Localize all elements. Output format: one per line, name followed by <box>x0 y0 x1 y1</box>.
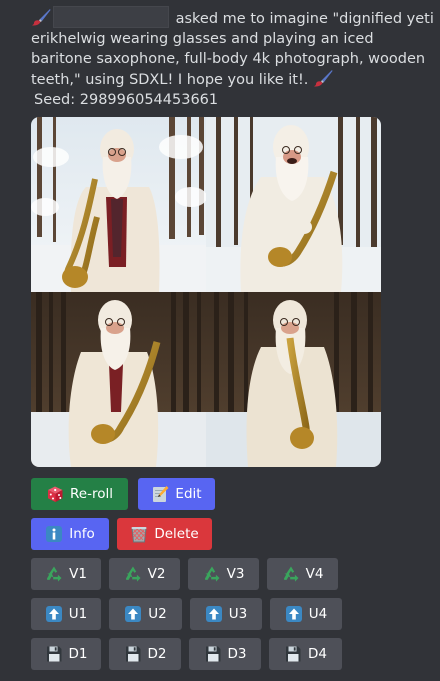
edit-button[interactable]: Edit <box>138 478 215 510</box>
upscale-label: U2 <box>148 606 167 622</box>
floppy-disk-icon <box>204 645 222 663</box>
variation-button-1[interactable]: V1 <box>31 558 101 590</box>
recycle-icon <box>45 565 63 583</box>
floppy-disk-icon <box>124 645 142 663</box>
recycle-icon <box>203 565 221 583</box>
wastebasket-icon <box>130 525 148 543</box>
download-label: D2 <box>147 646 167 662</box>
up-arrow-icon <box>45 605 63 623</box>
variation-label: V1 <box>69 566 87 582</box>
download-label: D1 <box>68 646 88 662</box>
recycle-icon <box>282 565 300 583</box>
upscale-button-4[interactable]: U4 <box>270 598 342 630</box>
download-button-2[interactable]: D2 <box>109 638 181 670</box>
variation-label: V4 <box>305 566 324 582</box>
recycle-icon <box>124 565 142 583</box>
download-label: D3 <box>227 646 247 662</box>
variation-button-2[interactable]: V2 <box>109 558 180 590</box>
dice-icon <box>46 485 64 503</box>
image-grid[interactable] <box>31 117 381 467</box>
download-button-1[interactable]: D1 <box>31 638 101 670</box>
up-arrow-icon <box>205 605 223 623</box>
up-arrow-icon <box>285 605 303 623</box>
edit-label: Edit <box>175 486 202 502</box>
memo-icon <box>151 485 169 503</box>
info-icon <box>45 525 63 543</box>
download-label: D4 <box>308 646 327 662</box>
reroll-label: Re-roll <box>70 486 113 502</box>
delete-label: Delete <box>154 526 199 542</box>
upscale-label: U4 <box>308 606 328 622</box>
upscale-button-1[interactable]: U1 <box>31 598 101 630</box>
info-label: Info <box>69 526 95 542</box>
seed-text: Seed: 298996054453661 <box>34 92 219 108</box>
generated-image-2[interactable] <box>206 117 381 292</box>
floppy-disk-icon <box>45 645 63 663</box>
variation-button-4[interactable]: V4 <box>267 558 338 590</box>
bot-message: asked me to imagine "dignified yeti erik… <box>31 6 436 110</box>
download-button-3[interactable]: D3 <box>189 638 261 670</box>
variation-button-3[interactable]: V3 <box>188 558 259 590</box>
download-button-4[interactable]: D4 <box>269 638 342 670</box>
upscale-button-3[interactable]: U3 <box>190 598 262 630</box>
paintbrush-icon <box>31 8 51 26</box>
reroll-button[interactable]: Re-roll <box>31 478 128 510</box>
generated-image-3[interactable] <box>31 292 206 467</box>
variation-label: V3 <box>226 566 245 582</box>
upscale-label: U1 <box>68 606 88 622</box>
generated-image-1[interactable] <box>31 117 206 292</box>
redacted-username <box>53 6 169 28</box>
delete-button[interactable]: Delete <box>117 518 212 550</box>
upscale-button-2[interactable]: U2 <box>109 598 182 630</box>
variation-label: V2 <box>147 566 166 582</box>
floppy-disk-icon <box>284 645 302 663</box>
paintbrush-icon <box>313 69 333 87</box>
up-arrow-icon <box>124 605 142 623</box>
generated-image-4[interactable] <box>206 292 381 467</box>
upscale-label: U3 <box>228 606 248 622</box>
info-button[interactable]: Info <box>31 518 109 550</box>
